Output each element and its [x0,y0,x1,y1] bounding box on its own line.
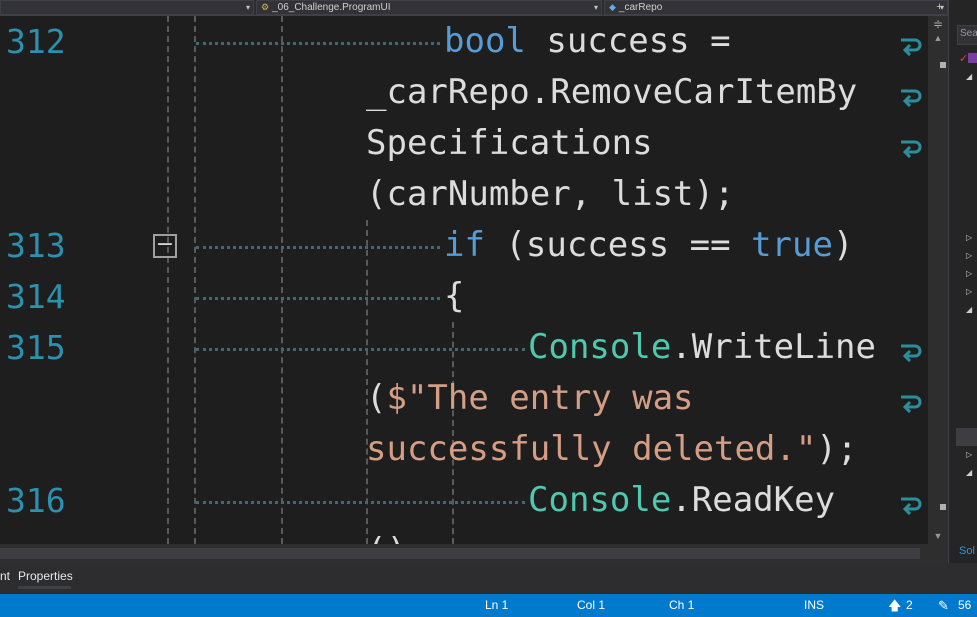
member-dropdown-label: _carRepo [618,2,663,13]
code-token: Specifications [366,123,653,163]
pencil-icon[interactable]: ✎ [938,594,949,617]
code-text: (); [366,526,427,544]
word-wrap-glyph-icon [901,140,922,158]
string-token: successfully deleted." [366,429,817,469]
keyword-token: true [751,225,833,265]
scroll-marker [940,62,946,68]
unpublished-count[interactable]: 2 [906,594,913,617]
code-editor[interactable]: 312 bool success = _carRepo.RemoveCarItemB… [0,16,928,544]
keyword-token: if [444,225,485,265]
solution-explorer-panel: Sea ✓ ◢ ▷ ▷ ▷ ▷ ◢ ▷ ◢ Sol [948,0,977,563]
code-text: Specifications [366,118,653,169]
tab-properties[interactable]: Properties [18,569,73,589]
panel-scrollbar-thumb[interactable] [956,428,977,446]
word-wrap-glyph-icon [901,89,922,107]
scroll-marker [940,504,946,510]
code-text: ($"The entry was [366,373,694,424]
whitespace-dots [196,297,440,300]
margin-separator [167,16,169,544]
indent-guide [194,16,196,544]
line-number: 312 [6,22,66,61]
field-icon: ◆ [609,2,616,12]
insert-mode-indicator[interactable]: INS [804,594,824,617]
code-token: ) [832,225,854,265]
code-text: (carNumber, list); [366,169,734,220]
word-wrap-glyph-icon [901,38,922,56]
code-text: _carRepo.RemoveCarItemBy [366,67,857,118]
project-dropdown[interactable]: ▾ [0,0,254,15]
code-text: Console.ReadKey [528,475,835,526]
expand-icon[interactable]: ▷ [966,269,972,278]
expand-icon[interactable]: ▷ [966,251,972,260]
solution-explorer-tab[interactable]: Sol [959,545,975,557]
navigation-bar: ▾ ⚙ _06_Challenge.ProgramUI ▾ ◆ _carRepo ▾… [0,0,948,16]
member-dropdown[interactable]: ◆ _carRepo ▾ [604,0,948,15]
line-number: 314 [6,277,66,316]
chevron-down-icon: ▾ [245,3,250,12]
code-token: (); [366,531,427,544]
code-text: if (success == true) [444,220,853,271]
char-indicator[interactable]: Ch 1 [669,594,694,617]
code-text: bool success = [444,16,731,67]
code-token: (success == [484,225,752,265]
code-text: successfully deleted."); [366,424,857,475]
tab-underline [18,586,71,589]
class-icon: ⚙ [261,2,270,12]
indent-guide [281,16,283,544]
bottom-tab-bar: nt Properties [0,563,977,594]
whitespace-dots [196,501,525,504]
code-token: _carRepo.RemoveCarItemBy [366,72,858,112]
tab-properties-label: Properties [18,569,73,583]
solution-search-input[interactable]: Sea [957,25,977,45]
whitespace-dots [196,348,525,351]
code-token: (carNumber, list); [366,174,735,214]
whitespace-dots [196,42,440,45]
horizontal-scrollbar-thumb[interactable] [0,548,920,559]
collapse-icon[interactable]: ◢ [966,468,972,477]
tab-output-label: nt [0,569,11,583]
collapse-block-button[interactable]: − [153,234,177,258]
column-indicator[interactable]: Col 1 [577,594,605,617]
split-window-icon[interactable]: ≑ [928,17,948,31]
word-wrap-glyph-icon [901,344,922,362]
type-token: Console [528,327,672,367]
tab-output[interactable]: nt [0,569,10,589]
line-number: 313 [6,226,66,265]
add-icon[interactable]: + [931,0,948,15]
word-wrap-glyph-icon [901,497,922,515]
class-dropdown-label: _06_Challenge.ProgramUI [272,2,391,13]
arrow-up-icon[interactable]: 🡅 [888,594,901,617]
string-token: $"The entry was [386,378,694,418]
checkmark-icon: ✓ [959,53,969,65]
code-token: ( [366,378,387,418]
collapse-icon[interactable]: ◢ [966,72,972,81]
expand-icon[interactable]: ▷ [966,450,972,459]
whitespace-dots [196,246,440,249]
code-token: { [444,276,465,316]
status-bar: Ln 1 Col 1 Ch 1 INS 🡅 2 ✎ 56 [0,594,977,617]
chevron-down-icon: ▾ [593,3,598,12]
vertical-scrollbar[interactable]: ≑ ▲ ▼ [928,16,948,544]
code-token: ); [816,429,858,469]
class-dropdown[interactable]: ⚙ _06_Challenge.ProgramUI ▾ [256,0,602,15]
project-icon [968,53,977,63]
line-indicator[interactable]: Ln 1 [485,594,508,617]
code-text: { [444,271,464,322]
horizontal-scrollbar[interactable] [0,544,948,563]
type-token: Console [528,480,672,520]
line-number: 315 [6,328,66,367]
expand-icon[interactable]: ▷ [966,287,972,296]
word-wrap-glyph-icon [901,395,922,413]
changes-count[interactable]: 56 [958,594,971,617]
code-token: .ReadKey [671,480,836,520]
expand-icon[interactable]: ▷ [966,233,972,242]
code-token: .WriteLine [671,327,876,367]
code-token: success = [525,21,731,61]
line-number: 316 [6,481,66,520]
scroll-down-icon[interactable]: ▼ [928,528,948,544]
collapse-icon[interactable]: ◢ [966,305,972,314]
scroll-up-icon[interactable]: ▲ [928,30,948,46]
keyword-token: bool [444,21,526,61]
code-text: Console.WriteLine [528,322,876,373]
